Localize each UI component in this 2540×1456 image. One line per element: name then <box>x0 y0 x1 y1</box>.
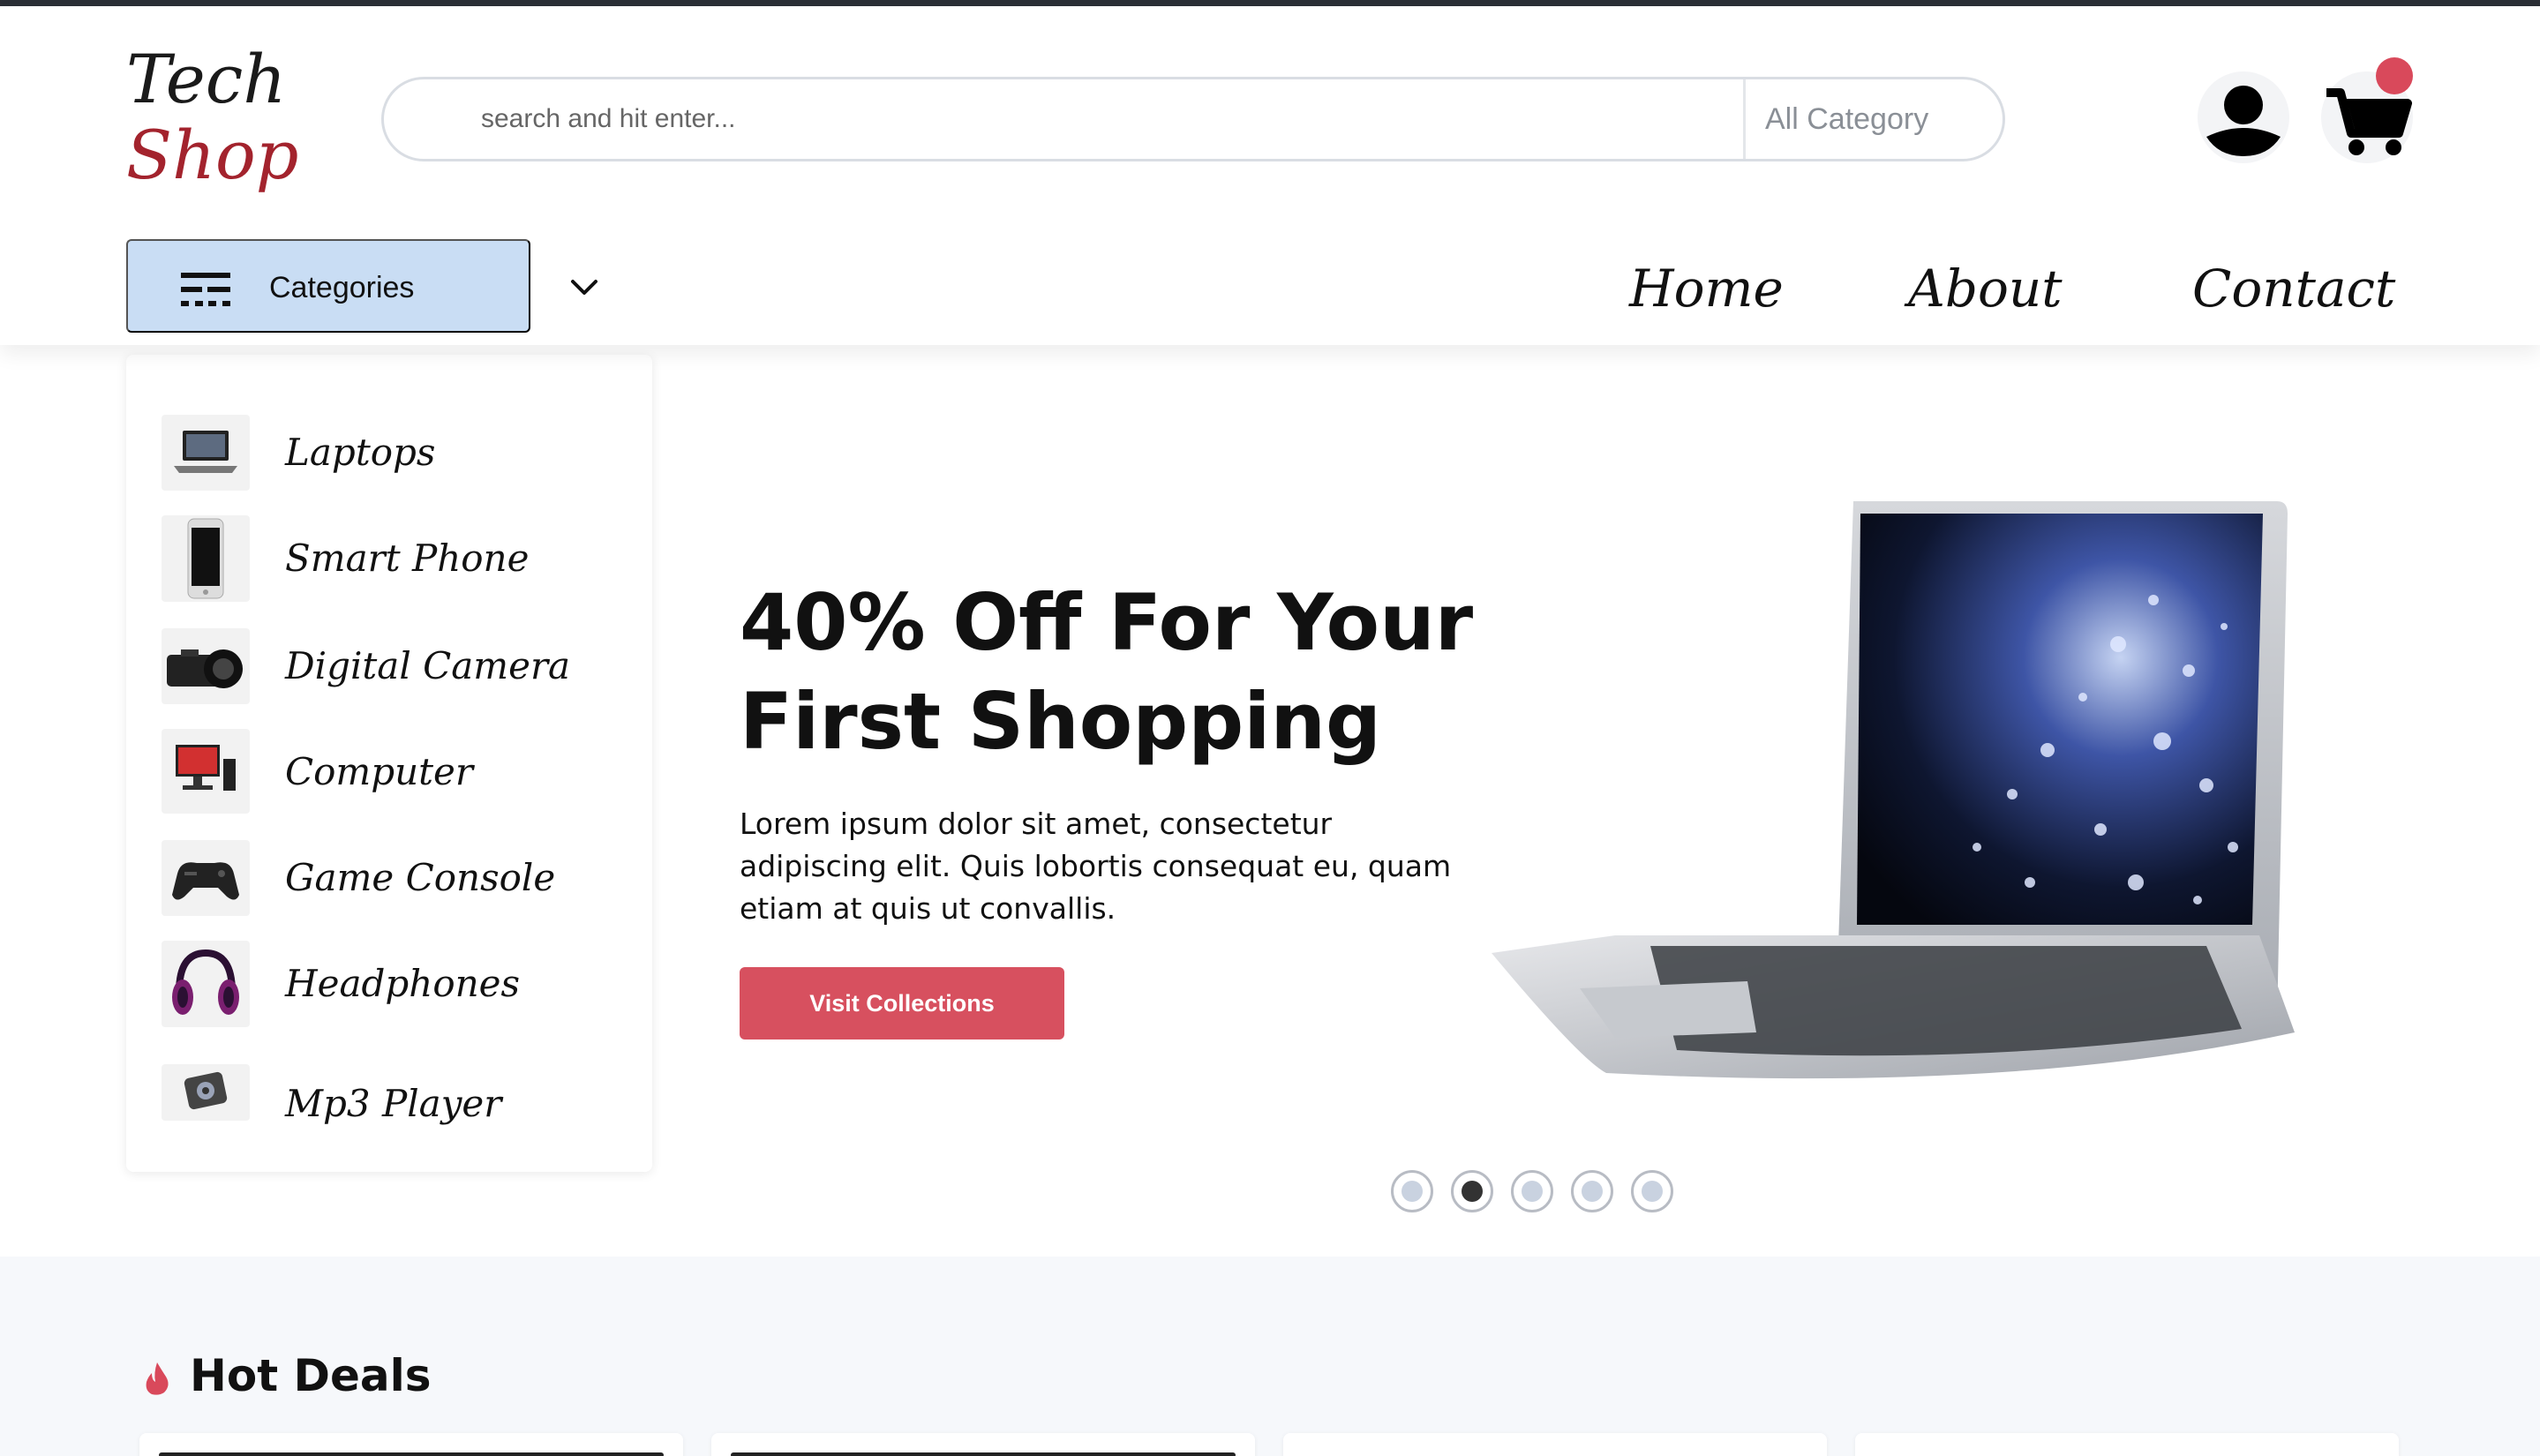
top-border <box>0 0 2540 6</box>
search-input[interactable] <box>481 79 1717 159</box>
carousel-dot-5[interactable] <box>1631 1170 1673 1212</box>
deal-card[interactable] <box>711 1433 1255 1456</box>
headphones-icon <box>162 941 250 1027</box>
sidebar-item-headphones[interactable]: Headphones <box>162 941 620 1029</box>
deal-card[interactable] <box>139 1433 683 1456</box>
laptop-product-image <box>1492 501 2295 1079</box>
sidebar-label: Headphones <box>285 962 521 1005</box>
smartphone-icon <box>162 515 250 602</box>
hero-title-line2: First Shopping <box>740 676 1382 767</box>
category-select[interactable]: All Category <box>1765 79 1928 159</box>
carousel-dots <box>1391 1170 1673 1214</box>
flame-icon <box>146 1362 169 1395</box>
carousel-dot-2[interactable] <box>1451 1170 1493 1212</box>
sidebar-label: Smart Phone <box>285 537 530 580</box>
camera-icon <box>162 628 250 704</box>
nav-contact[interactable]: Contact <box>2192 253 2395 324</box>
search-bar: All Category <box>381 77 2005 161</box>
laptop-icon <box>162 415 250 491</box>
categories-label: Categories <box>269 271 415 304</box>
user-icon <box>2206 86 2281 156</box>
logo[interactable]: Tech Shop <box>126 41 298 193</box>
hero-title: 40% Off For Your First Shopping <box>740 574 1534 771</box>
nav-about[interactable]: About <box>1908 253 2063 324</box>
mp3-player-icon <box>162 1064 250 1121</box>
carousel-dot-1[interactable] <box>1391 1170 1433 1212</box>
hot-deals-title: Hot Deals <box>190 1350 432 1401</box>
hero-description: Lorem ipsum dolor sit amet, consectetur … <box>740 807 1452 926</box>
cart-badge <box>2376 57 2413 94</box>
menu-icon <box>181 273 230 306</box>
visit-collections-button[interactable]: Visit Collections <box>740 967 1064 1039</box>
logo-line1: Tech <box>126 40 287 118</box>
carousel-dot-4[interactable] <box>1571 1170 1613 1212</box>
computer-icon <box>162 729 250 814</box>
logo-line2: Shop <box>126 116 299 194</box>
sidebar-item-mp3-player[interactable]: Mp3 Player <box>162 1057 620 1145</box>
gamepad-icon <box>162 840 250 916</box>
sidebar-label: Mp3 Player <box>285 1082 502 1125</box>
sidebar-item-game-console[interactable]: Game Console <box>162 840 620 928</box>
hot-deals-section: Hot Deals <box>0 1257 2540 1456</box>
sidebar-item-smart-phone[interactable]: Smart Phone <box>162 515 620 604</box>
search-divider <box>1743 79 1746 159</box>
sidebar-label: Computer <box>285 750 473 793</box>
site-header: Tech Shop All Category Cate <box>0 6 2540 345</box>
sidebar-label: Game Console <box>285 856 556 899</box>
nav-home[interactable]: Home <box>1629 253 1784 324</box>
sidebar-item-computer[interactable]: Computer <box>162 729 620 817</box>
carousel-dot-3[interactable] <box>1511 1170 1553 1212</box>
sidebar-label: Digital Camera <box>285 644 571 687</box>
deal-card[interactable] <box>1855 1433 2399 1456</box>
sidebar-item-laptops[interactable]: Laptops <box>162 415 620 503</box>
sidebar-item-digital-camera[interactable]: Digital Camera <box>162 628 620 717</box>
account-button[interactable] <box>2198 71 2289 163</box>
sidebar-label: Laptops <box>285 431 436 474</box>
hero-title-line1: 40% Off For Your <box>740 577 1474 668</box>
chevron-down-icon <box>571 280 597 295</box>
category-sidebar: Laptops Smart Phone Digital Camera Compu… <box>126 355 652 1172</box>
deal-card[interactable] <box>1283 1433 1827 1456</box>
categories-button[interactable]: Categories <box>126 239 597 333</box>
